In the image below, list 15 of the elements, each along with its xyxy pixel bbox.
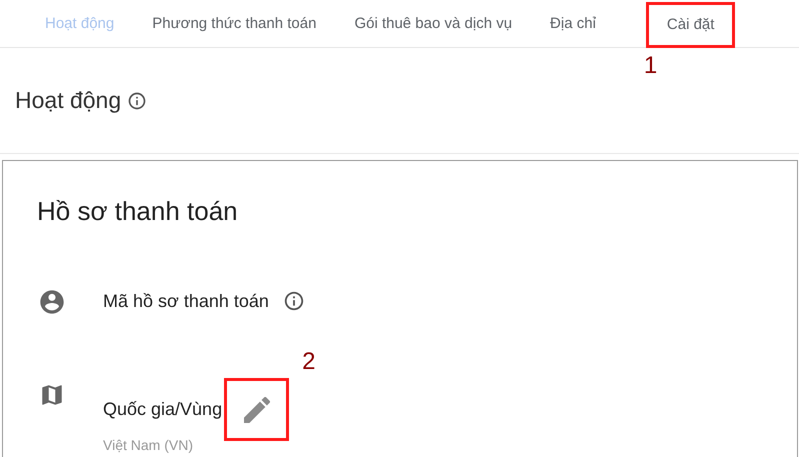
info-icon <box>282 290 305 312</box>
tab[interactable]: Gói thuê bao và dịch vụ <box>354 0 512 47</box>
tab[interactable]: Phương thức thanh toán <box>152 0 316 47</box>
field-label: Quốc gia/Vùng <box>103 399 222 420</box>
card-title: Hồ sơ thanh toán <box>37 195 239 227</box>
tab[interactable]: Cài đặt <box>666 4 714 44</box>
info-icon <box>127 90 148 110</box>
tab[interactable]: Địa chỉ <box>550 0 596 47</box>
field-label: Mã hồ sơ thanh toán <box>103 290 269 312</box>
annotation-number: 1 <box>644 52 658 80</box>
account-icon <box>38 288 66 316</box>
annotation-number: 2 <box>302 348 316 376</box>
section-title: Hoạt động <box>15 87 122 114</box>
edit-icon[interactable] <box>244 396 270 422</box>
field-value: Việt Nam (VN) <box>103 437 194 453</box>
